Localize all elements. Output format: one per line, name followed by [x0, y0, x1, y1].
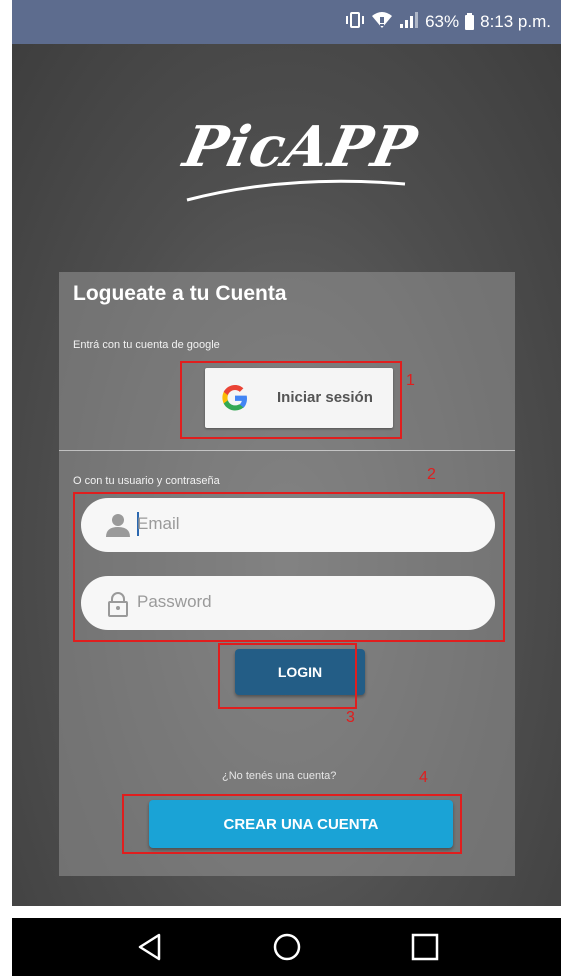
annotation-number-4: 4: [419, 769, 428, 786]
card-title: Logueate a tu Cuenta: [73, 282, 287, 305]
credentials-hint: O con tu usuario y contraseña: [73, 475, 220, 487]
phone-screen: 63% 8:13 p.m. PicAPP Logueate a tu Cuent…: [12, 0, 561, 976]
app-content: PicAPP Logueate a tu Cuenta Entrá con tu…: [12, 44, 561, 906]
home-icon[interactable]: [271, 931, 303, 963]
annotation-box-2: [73, 492, 505, 642]
status-bar: 63% 8:13 p.m.: [12, 0, 561, 44]
section-divider: [59, 450, 515, 451]
google-hint: Entrá con tu cuenta de google: [73, 339, 220, 351]
clock: 8:13 p.m.: [480, 12, 551, 31]
annotation-box-3: [218, 643, 357, 709]
annotation-number-3: 3: [346, 709, 355, 726]
navigation-bar: [12, 918, 561, 976]
annotation-number-1: 1: [406, 372, 415, 389]
annotation-box-4: [122, 794, 462, 854]
recents-icon[interactable]: [409, 931, 441, 963]
annotation-number-2: 2: [427, 466, 436, 483]
app-logo: PicAPP: [167, 104, 427, 214]
battery-percent: 63%: [425, 12, 460, 31]
wifi-icon: [371, 11, 393, 34]
no-account-text: ¿No tenés una cuenta?: [222, 770, 337, 782]
battery-icon: [465, 12, 475, 30]
signal-icon: [399, 11, 419, 34]
vibrate-icon: [345, 11, 365, 34]
annotation-box-1: [180, 361, 402, 439]
back-icon[interactable]: [134, 931, 166, 963]
